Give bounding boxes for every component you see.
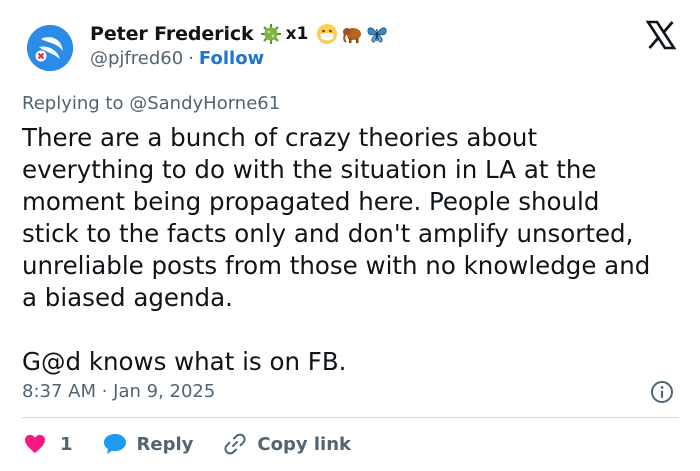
tweet-header: Peter Frederick x1 @pjfred60 · Follow: [26, 20, 676, 76]
butterfly-icon: [367, 27, 387, 43]
author-display-name[interactable]: Peter Frederick: [90, 23, 254, 45]
tweet-actions: 1 Reply Copy link: [24, 430, 351, 458]
tweet-text: There are a bunch of crazy theories abou…: [22, 123, 651, 376]
author-emojis: x1: [260, 23, 392, 45]
reply-label: Reply: [136, 433, 194, 455]
replying-to-mention[interactable]: @SandyHorne61: [129, 93, 280, 114]
author-handle-row: @pjfred60 · Follow: [90, 48, 264, 69]
face-with-mask-icon: [317, 24, 338, 44]
author-handle[interactable]: @pjfred60: [90, 48, 183, 69]
replying-to-label: Replying to: [22, 93, 124, 114]
info-icon[interactable]: [650, 380, 674, 404]
reply-bubble-icon: [103, 434, 126, 454]
copy-link-button[interactable]: Copy link: [223, 432, 351, 456]
handle-separator: ·: [188, 48, 194, 69]
avatar[interactable]: [27, 25, 73, 71]
badge-count: x1: [285, 24, 309, 44]
replying-to: Replying to @SandyHorne61: [22, 93, 280, 114]
heart-icon: [25, 434, 45, 454]
like-count: 1: [60, 433, 73, 455]
mammoth-icon: [343, 28, 362, 43]
like-button[interactable]: 1: [24, 434, 103, 455]
divider: [22, 417, 679, 418]
virus-icon: [260, 24, 281, 44]
x-logo-icon[interactable]: [646, 20, 676, 50]
link-icon: [224, 433, 246, 455]
copy-link-label: Copy link: [257, 433, 351, 455]
tweet-timestamp[interactable]: 8:37 AM · Jan 9, 2025: [22, 381, 215, 402]
author-name-row: Peter Frederick x1: [90, 20, 391, 48]
reply-button[interactable]: Reply: [103, 433, 194, 455]
follow-button[interactable]: Follow: [199, 48, 264, 69]
